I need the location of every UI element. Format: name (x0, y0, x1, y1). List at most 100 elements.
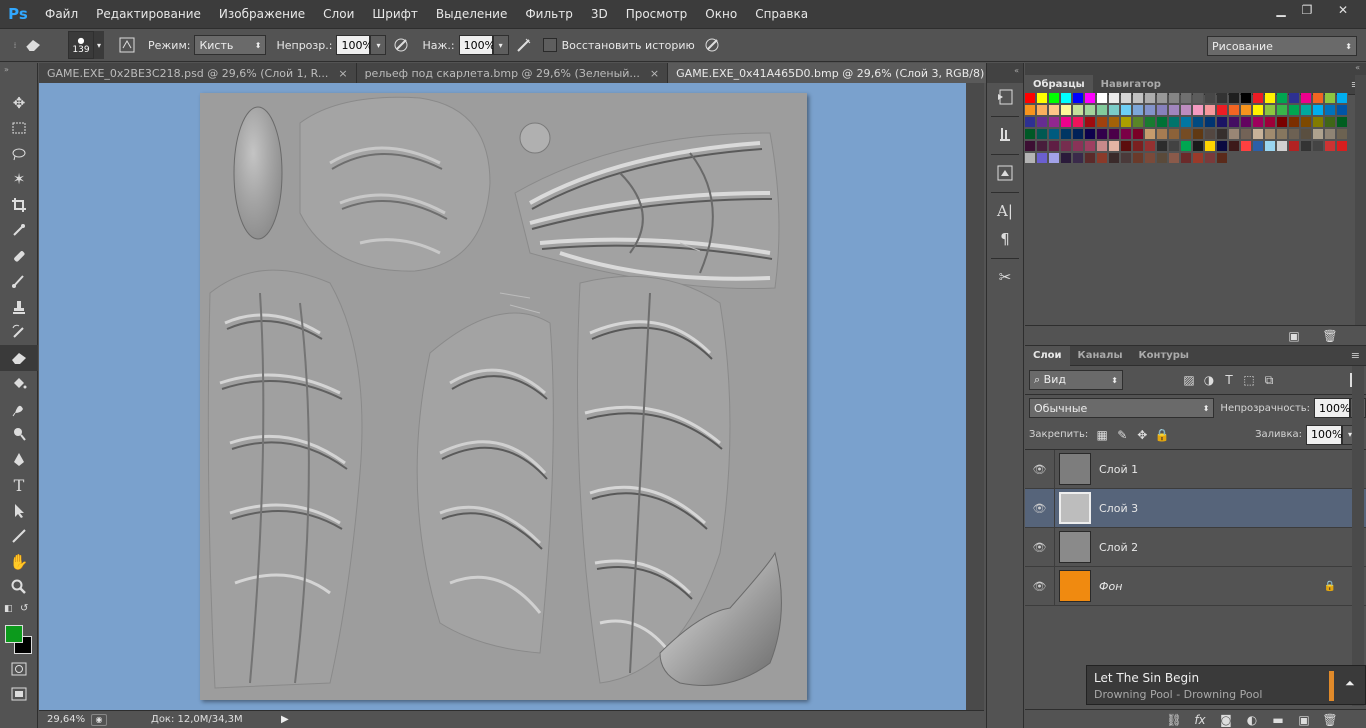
color-swatch[interactable] (1241, 141, 1252, 152)
color-swatch[interactable] (1121, 93, 1132, 104)
color-swatch[interactable] (1121, 105, 1132, 116)
lock-pixels-icon[interactable]: ✎ (1112, 426, 1132, 444)
layer-row[interactable]: 👁 Слой 2 (1025, 527, 1366, 567)
color-swatch[interactable] (1229, 129, 1240, 140)
color-swatch[interactable] (1193, 129, 1204, 140)
color-swatch[interactable] (1109, 105, 1120, 116)
color-swatch[interactable] (1265, 93, 1276, 104)
tab-navigator[interactable]: Навигатор (1093, 75, 1169, 95)
color-swatch[interactable] (1313, 141, 1324, 152)
menu-help[interactable]: Справка (746, 0, 817, 28)
eye-icon[interactable]: 👁 (1025, 527, 1055, 567)
tool-presets-icon[interactable] (987, 159, 1023, 187)
color-swatch[interactable] (1277, 141, 1288, 152)
color-swatch[interactable] (1025, 141, 1036, 152)
color-swatch[interactable] (1337, 93, 1348, 104)
pressure-opacity-icon[interactable] (390, 34, 412, 56)
default-colors-icon[interactable]: ◧ (4, 604, 13, 614)
screen-mode-icon[interactable] (0, 682, 38, 708)
color-swatch[interactable] (1301, 117, 1312, 128)
filter-adjustment-icon[interactable]: ◑ (1199, 371, 1219, 389)
tool-settings-icon[interactable]: ✂ (987, 263, 1023, 291)
color-swatch[interactable] (1289, 117, 1300, 128)
color-swatch[interactable] (1157, 129, 1168, 140)
color-swatch[interactable] (1109, 153, 1120, 164)
color-swatch[interactable] (1181, 153, 1192, 164)
color-swatch[interactable] (1337, 105, 1348, 116)
tab-paths[interactable]: Контуры (1131, 346, 1197, 366)
color-swatch[interactable] (1145, 141, 1156, 152)
brush-size-picker[interactable]: ● 139 (68, 31, 94, 59)
color-swatch[interactable] (1229, 93, 1240, 104)
color-swatch[interactable] (1217, 93, 1228, 104)
crop-tool-icon[interactable] (0, 192, 38, 218)
color-swatch[interactable] (1265, 105, 1276, 116)
color-swatch[interactable] (1301, 129, 1312, 140)
color-swatch[interactable] (1085, 93, 1096, 104)
tab-document-1[interactable]: GAME.EXE_0x2BE3C218.psd @ 29,6% (Слой 1,… (39, 63, 357, 83)
clone-stamp-tool-icon[interactable] (0, 294, 38, 320)
link-layers-icon[interactable]: ⛓ (1164, 711, 1184, 728)
eye-icon[interactable]: 👁 (1025, 566, 1055, 606)
vertical-scrollbar[interactable] (966, 83, 984, 710)
color-swatch[interactable] (1049, 105, 1060, 116)
minimize-icon[interactable]: ▁ (1268, 0, 1294, 20)
color-swatch[interactable] (1061, 105, 1072, 116)
color-swatch[interactable] (1169, 129, 1180, 140)
pressure-size-icon[interactable] (701, 34, 723, 56)
swap-colors-icon[interactable]: ↺ (20, 603, 28, 614)
color-swatch[interactable] (1037, 117, 1048, 128)
magic-wand-tool-icon[interactable]: ✶ (0, 167, 38, 193)
color-swatch[interactable] (1241, 105, 1252, 116)
color-swatch[interactable] (1193, 153, 1204, 164)
color-swatch[interactable] (1181, 105, 1192, 116)
eraser-tool-icon[interactable] (0, 345, 38, 371)
tab-channels[interactable]: Каналы (1070, 346, 1131, 366)
color-swatch[interactable] (1073, 153, 1084, 164)
layer-row[interactable]: 👁 Слой 3 (1025, 488, 1366, 528)
color-swatch[interactable] (1157, 153, 1168, 164)
menu-type[interactable]: Шрифт (363, 0, 427, 28)
color-swatch[interactable] (1109, 141, 1120, 152)
color-swatch[interactable] (1181, 93, 1192, 104)
color-swatch[interactable] (1325, 129, 1336, 140)
restore-icon[interactable]: ❐ (1294, 0, 1320, 20)
color-swatch[interactable] (1121, 117, 1132, 128)
document-canvas[interactable] (200, 93, 807, 700)
color-swatch[interactable] (1037, 129, 1048, 140)
color-swatch[interactable] (1337, 117, 1348, 128)
color-swatch[interactable] (1025, 129, 1036, 140)
brush-dropdown-icon[interactable]: ▾ (94, 31, 104, 59)
media-notification[interactable]: Let The Sin Begin Drowning Pool - Drowni… (1086, 665, 1366, 705)
marquee-tool-icon[interactable] (0, 116, 38, 142)
color-swatch[interactable] (1325, 117, 1336, 128)
menu-window[interactable]: Окно (696, 0, 746, 28)
menu-file[interactable]: Файл (36, 0, 87, 28)
color-swatch[interactable] (1157, 105, 1168, 116)
color-swatch[interactable] (1133, 141, 1144, 152)
fx-icon[interactable]: fx (1190, 711, 1210, 728)
color-swatch[interactable] (1181, 117, 1192, 128)
restore-history-checkbox[interactable] (542, 38, 557, 52)
color-swatch[interactable] (1049, 153, 1060, 164)
color-swatch[interactable] (1025, 117, 1036, 128)
color-swatch[interactable] (1289, 129, 1300, 140)
color-swatch[interactable] (1037, 141, 1048, 152)
status-share-icon[interactable]: ◉ (91, 713, 107, 726)
paragraph-panel-icon[interactable]: ¶ (987, 225, 1023, 253)
color-swatch[interactable] (1121, 141, 1132, 152)
color-swatch[interactable] (1313, 117, 1324, 128)
color-swatch[interactable] (1193, 93, 1204, 104)
lock-all-icon[interactable]: 🔒 (1152, 426, 1172, 444)
color-swatch[interactable] (1313, 129, 1324, 140)
panel-collapse-icon[interactable]: « (1025, 63, 1366, 75)
eyedropper-tool-icon[interactable] (0, 218, 38, 244)
type-tool-icon[interactable]: T (0, 473, 38, 499)
color-swatch[interactable] (1169, 141, 1180, 152)
line-tool-icon[interactable] (0, 524, 38, 550)
opacity-input[interactable]: 100% (336, 35, 373, 55)
menu-view[interactable]: Просмотр (617, 0, 697, 28)
dodge-tool-icon[interactable] (0, 422, 38, 448)
eye-icon[interactable]: 👁 (1025, 449, 1055, 489)
color-swatch[interactable] (1169, 153, 1180, 164)
